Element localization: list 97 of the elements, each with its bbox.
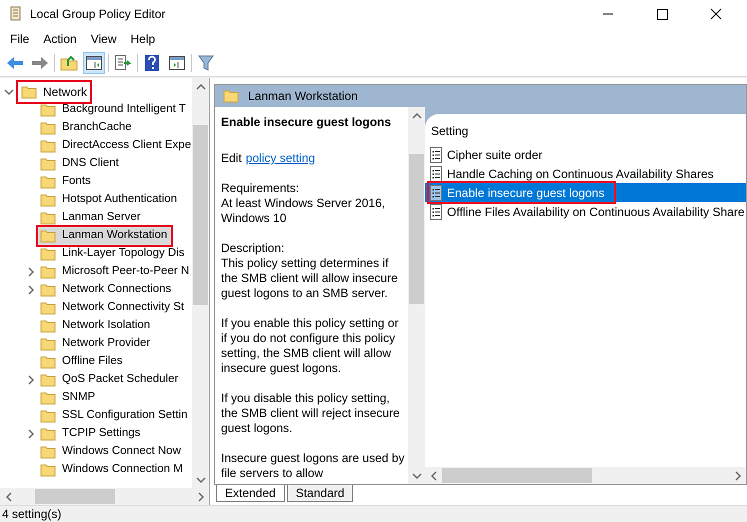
scroll-up-icon[interactable] [196,82,206,92]
folder-icon [40,301,56,315]
setting-row[interactable]: Enable insecure guest logons [425,183,746,202]
scrollbar[interactable] [0,488,209,505]
column-header: Setting [430,123,470,140]
tree-item[interactable]: Microsoft Peer-to-Peer N [38,263,192,281]
scroll-right-icon[interactable] [196,492,206,502]
menu-item[interactable]: File [3,30,36,48]
tree-item[interactable]: Offline Files [38,353,127,371]
menu-item[interactable]: Help [124,30,162,48]
description-paragraph: Description: This policy setting determines if the SMB client will allow insecure guest logons to an SMB server. [221,241,399,301]
folder-icon [40,175,56,189]
description-paragraph: If you disable this policy setting, the SMB client will reject insecure guest logons. [221,391,401,436]
folder-icon [40,211,56,225]
description-paragraph: Requirements: At least Windows Server 2016, Windows 10 [221,181,386,226]
view-tab[interactable]: Extended [216,485,285,502]
tree-item[interactable]: Fonts [38,173,95,191]
scroll-left-icon[interactable] [4,492,14,502]
tree-item[interactable]: Lanman Workstation [38,227,172,245]
help-icon[interactable] [144,54,160,72]
tree-item[interactable]: DNS Client [38,155,123,173]
view-tab[interactable]: Standard [286,485,354,502]
folder-icon [40,391,56,405]
document-list-icon [429,146,443,162]
folder-icon [40,157,56,171]
tree-item[interactable]: Background Intelligent T [38,101,190,119]
tree-item[interactable]: SSL Configuration Settin [38,407,192,425]
document-list-icon [429,204,443,220]
scrollbar[interactable] [408,107,425,484]
folder-icon [40,193,56,207]
tree-item[interactable]: DirectAccess Client Expe [38,137,192,155]
filter-icon[interactable] [198,55,214,71]
scroll-down-icon[interactable] [412,470,422,480]
tree-item[interactable]: Link-Layer Topology Dis [38,245,189,263]
folder-icon [223,89,239,103]
scrollbar[interactable] [425,467,746,484]
folder-icon [40,103,56,117]
folder-icon [40,247,56,261]
folder-icon [40,337,56,351]
scroll-right-icon[interactable] [732,470,742,480]
tree-item[interactable]: Windows Connection M [38,461,187,479]
tree-item[interactable]: SNMP [38,389,100,407]
scroll-down-icon[interactable] [196,474,206,484]
folder-icon [40,355,56,369]
document-list-icon [429,184,443,200]
tree-item[interactable]: Windows Connect Now [38,443,185,461]
scroll-up-icon[interactable] [412,110,422,120]
window-title: Local Group Policy Editor [30,6,166,23]
folder-icon [40,283,56,297]
menu-item[interactable]: View [84,30,124,48]
folder-icon [40,229,56,243]
tree-item[interactable]: Network Provider [38,335,154,353]
description-paragraph: Insecure guest logons are used by file servers to allow [221,451,406,481]
setting-label: Enable insecure guest logons [429,183,614,202]
folder-up-icon[interactable] [60,55,78,71]
folder-icon [40,427,56,441]
policy-setting-link[interactable]: policy setting [246,151,316,166]
tree-item[interactable]: Network Isolation [38,317,154,335]
export-list-icon[interactable] [114,55,132,71]
back-arrow-icon[interactable] [6,56,24,70]
tree-item[interactable]: BranchCache [38,119,136,137]
folder-icon [40,373,56,387]
menu-item[interactable]: Action [36,30,84,48]
tree-item[interactable]: TCPIP Settings [38,425,144,443]
scroll-icon [8,6,22,22]
setting-label: Cipher suite order [429,145,552,164]
status-text: 4 setting(s) [1,506,62,522]
folder-icon [40,319,56,333]
scrollbar[interactable] [192,78,209,488]
expand-icon[interactable] [26,375,36,385]
forward-arrow-icon[interactable] [31,56,49,70]
description-paragraph: If you enable this policy setting or if you do not configure this policy setting, the SMB client will allow insecure guest logons. [221,316,400,376]
document-list-icon [429,166,443,182]
folder-icon [40,139,56,153]
edit-label: Edit [221,151,242,166]
tree-item[interactable]: Hotspot Authentication [38,191,182,209]
tree-item[interactable]: QoS Packet Scheduler [38,371,182,389]
folder-icon [40,445,56,459]
folder-icon [21,85,37,99]
tree-item[interactable]: Network Connections [38,281,176,299]
tree-item[interactable]: Network Connectivity St [38,299,188,317]
folder-icon [40,265,56,279]
expand-icon[interactable] [26,267,36,277]
header-title: Lanman Workstation [248,88,358,105]
panel-icon[interactable] [86,56,102,70]
folder-icon [40,409,56,423]
policy-title: Enable insecure guest logons [221,115,392,130]
expand-icon[interactable] [26,285,36,295]
expand-icon[interactable] [26,429,36,439]
scroll-left-icon[interactable] [428,470,438,480]
collapse-icon[interactable] [4,87,14,97]
tree-item[interactable]: Network [18,82,90,102]
folder-icon [40,121,56,135]
tree-item[interactable]: Lanman Server [38,209,145,227]
setting-row[interactable]: Cipher suite order [425,145,746,164]
folder-icon [40,463,56,477]
panel-icon[interactable] [169,56,185,70]
